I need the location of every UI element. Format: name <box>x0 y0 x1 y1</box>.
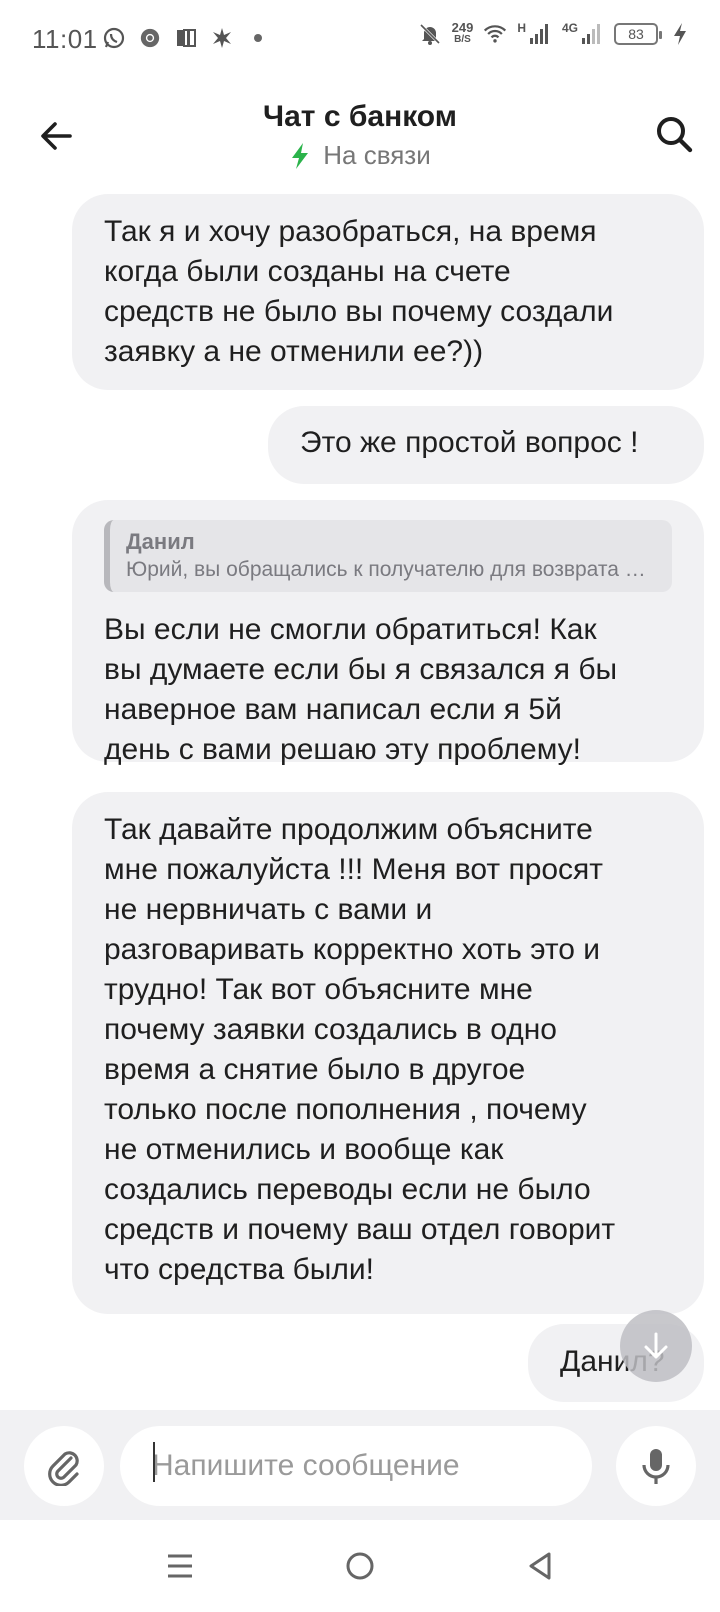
chat-header: Чат с банком На связи <box>0 80 720 190</box>
message-text: Вы если не смогли обратиться! Как вы дум… <box>104 613 618 766</box>
notification-icon <box>210 26 234 50</box>
message-list[interactable]: Так я и хочу разобраться, на время когда… <box>0 190 720 1410</box>
microphone-button[interactable] <box>616 1426 696 1506</box>
reply-text: Юрий, вы обращались к получателю для воз… <box>126 558 656 581</box>
battery-level: 83 <box>628 26 644 42</box>
net-speed: 249 B/S <box>451 20 474 46</box>
wifi-icon <box>483 22 507 46</box>
paperclip-icon <box>48 1451 79 1486</box>
net-speed-value: 249 <box>451 20 474 35</box>
system-nav-bar <box>0 1520 720 1612</box>
online-status-text: На связи <box>323 140 431 170</box>
message-bubble[interactable]: Данил Юрий, вы обращались к получателю д… <box>72 500 704 766</box>
charging-icon <box>668 22 692 46</box>
battery-icon: 83 <box>614 23 662 45</box>
chrome-icon <box>138 26 162 50</box>
message-text: Так давайте продолжим объясните мне пожа… <box>104 813 616 1286</box>
signal2-label: 4G <box>561 21 578 35</box>
net-speed-unit: B/S <box>454 34 471 45</box>
chat-title: Чат с банком <box>263 100 457 133</box>
nav-home-button[interactable] <box>330 1540 390 1592</box>
text-caret <box>153 1442 155 1482</box>
reply-quote[interactable]: Данил Юрий, вы обращались к получателю д… <box>104 520 672 592</box>
search-icon <box>657 117 693 153</box>
message-input[interactable] <box>120 1426 592 1506</box>
app-icon <box>174 26 198 50</box>
signal-icon <box>528 22 552 46</box>
status-bar: 11:01 249 B/S H 4G 83 <box>0 0 720 80</box>
dot-icon <box>246 26 270 50</box>
signal-icon <box>580 22 604 46</box>
whatsapp-icon <box>102 26 126 50</box>
message-bubble[interactable]: Это же простой вопрос ! <box>268 406 704 484</box>
menu-icon <box>168 1554 192 1578</box>
microphone-icon <box>642 1449 670 1484</box>
nav-recents-button[interactable] <box>150 1540 210 1592</box>
message-bubble[interactable]: Так я и хочу разобраться, на время когда… <box>72 194 704 390</box>
message-composer <box>0 1410 720 1520</box>
message-bubble[interactable]: Так давайте продолжим объясните мне пожа… <box>72 792 704 1314</box>
status-left-icons <box>102 26 270 50</box>
nav-back-button[interactable] <box>510 1540 570 1592</box>
mute-icon <box>418 22 442 46</box>
reply-author: Данил <box>126 529 195 554</box>
search-button[interactable] <box>648 108 700 160</box>
lightning-icon <box>292 142 309 169</box>
status-right-icons: 249 B/S H 4G 83 <box>418 20 692 46</box>
signal1-label: H <box>517 21 526 35</box>
online-status: На связи <box>0 140 720 171</box>
status-time: 11:01 <box>32 24 98 54</box>
attach-button[interactable] <box>24 1426 104 1506</box>
message-text: Это же простой вопрос ! <box>300 426 639 459</box>
message-text: Так я и хочу разобраться, на время когда… <box>104 215 614 368</box>
arrow-down-icon <box>644 1332 668 1359</box>
back-triangle-icon <box>529 1552 551 1580</box>
home-circle-icon <box>346 1552 374 1580</box>
scroll-down-button[interactable] <box>620 1310 692 1382</box>
